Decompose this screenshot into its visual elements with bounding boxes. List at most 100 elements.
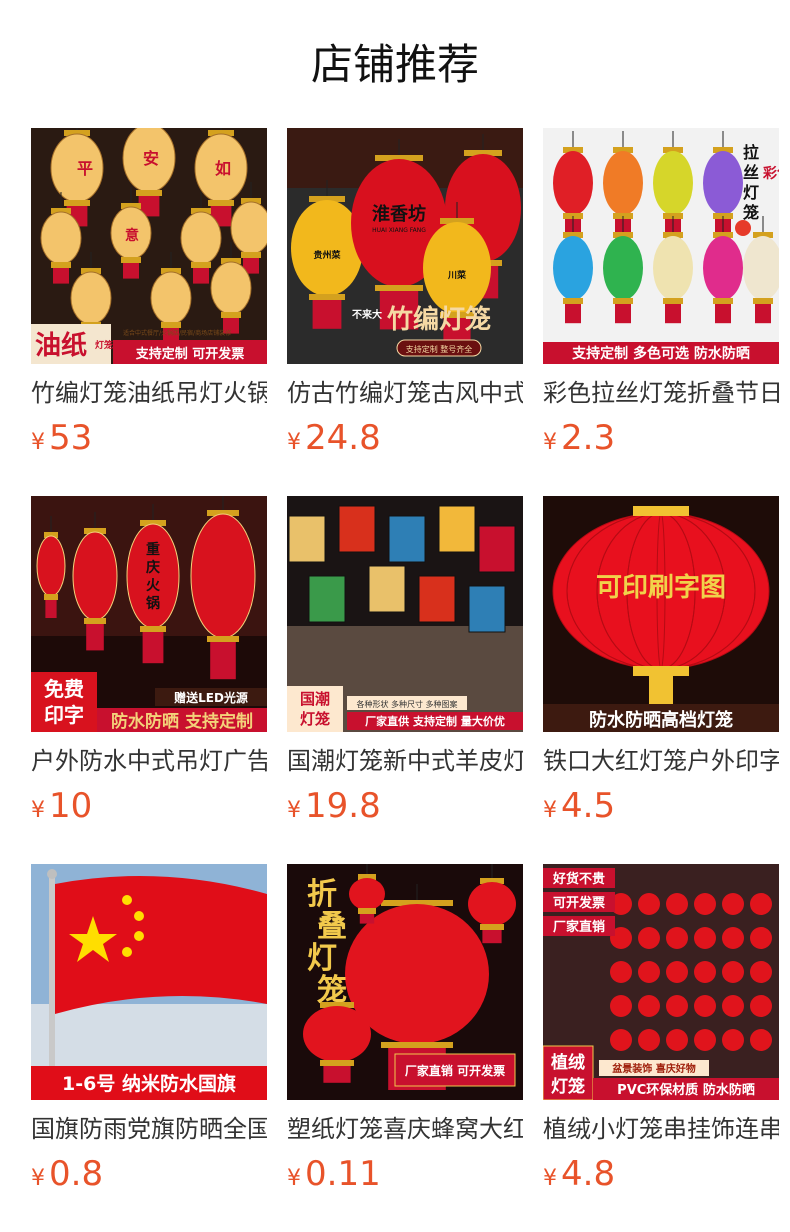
price-value: 19.8 xyxy=(305,786,381,826)
image-text: 好货不贵 xyxy=(552,871,605,887)
product-price: ¥0.11 xyxy=(287,1154,523,1194)
image-text: 油纸 xyxy=(35,330,87,361)
image-text: 笼 xyxy=(742,203,759,222)
product-price: ¥4.5 xyxy=(543,786,779,826)
image-text: 拉 xyxy=(743,143,759,162)
image-text: 厂家直销 xyxy=(553,919,605,935)
product-card[interactable]: 好货不贵 可开发票 厂家直销 植绒 灯笼 盆景装饰 喜庆好物 PVC环保材质 防水防晒 植绒小… xyxy=(543,864,779,1194)
image-text: 适合中式餐厅/火锅店/民宿/商场店铺装修 xyxy=(123,329,231,337)
currency-symbol: ¥ xyxy=(31,798,45,823)
price-value: 4.8 xyxy=(561,1154,616,1194)
page-title: 店铺推荐 xyxy=(310,40,479,89)
image-text: 赠送LED光源 xyxy=(174,690,248,705)
image-text: 厂家直供 支持定制 量大价优 xyxy=(365,714,505,728)
image-text: 折 xyxy=(307,877,337,912)
image-text: 灯笼 xyxy=(300,710,330,728)
product-image[interactable]: 国潮灯笼 各种形状 多种尺寸 多种图案厂家直供 支持定制 量大价优 xyxy=(287,496,523,732)
image-text: 重 xyxy=(146,541,160,558)
product-image[interactable]: 淮香坊 HUAI XIANG FANG 贵州菜 川菜 不来大 竹编灯笼 支持定制 整号齐全 xyxy=(287,128,523,364)
image-text: 锅 xyxy=(146,596,160,612)
product-price: ¥0.8 xyxy=(31,1154,267,1194)
product-card[interactable]: 国潮灯笼 各种形状 多种尺寸 多种图案厂家直供 支持定制 量大价优国潮灯笼新中式羊… xyxy=(287,496,523,826)
price-value: 0.11 xyxy=(305,1154,381,1194)
image-text: 植绒 xyxy=(551,1052,585,1073)
product-name[interactable]: 仿古竹编灯笼古风中式餐厅火锅店 xyxy=(287,375,523,411)
color-lanterns-image: 拉丝灯笼 彩色支持定制 多色可选 防水防晒 xyxy=(543,128,779,364)
image-text: 各种形状 多种尺寸 多种图案 xyxy=(356,699,457,709)
product-name[interactable]: 植绒小灯笼串挂饰连串装饰 xyxy=(543,1111,779,1147)
guochao-lantern-image: 国潮灯笼 各种形状 多种尺寸 多种图案厂家直供 支持定制 量大价优 xyxy=(287,496,523,732)
image-text: 防水防晒高档灯笼 xyxy=(589,709,733,731)
woven-lantern-image: 淮香坊 HUAI XIANG FANG 贵州菜川菜不来大 竹编灯笼支持定制 整号齐全 xyxy=(287,128,523,364)
red-lantern-image: 可印刷字图防水防晒高档灯笼 xyxy=(543,496,779,732)
currency-symbol: ¥ xyxy=(543,1166,557,1191)
price-value: 24.8 xyxy=(305,418,381,458)
image-text: 彩色 xyxy=(762,165,779,182)
image-text: 丝 xyxy=(743,163,759,182)
image-text: 支持定制 多色可选 防水防晒 xyxy=(571,345,750,362)
product-name[interactable]: 塑纸灯笼喜庆蜂窝大红灯笼 xyxy=(287,1111,523,1147)
product-price: ¥10 xyxy=(31,786,267,826)
image-text: 可印刷字图 xyxy=(596,572,726,603)
price-value: 2.3 xyxy=(561,418,616,458)
product-image[interactable]: 可印刷字图防水防晒高档灯笼 xyxy=(543,496,779,732)
image-text: 安 xyxy=(143,149,159,168)
product-price: ¥4.8 xyxy=(543,1154,779,1194)
product-name[interactable]: 铁口大红灯笼户外印字定制 xyxy=(543,743,779,779)
image-text: 可开发票 xyxy=(553,895,605,911)
product-image[interactable]: 折叠灯笼厂家直销 可开发票 xyxy=(287,864,523,1100)
image-text: 平 xyxy=(77,159,93,178)
product-card[interactable]: 淮香坊 HUAI XIANG FANG 贵州菜 川菜 不来大 竹编灯笼 支持定制 整号齐全仿… xyxy=(287,128,523,458)
product-image[interactable]: 1-6号 纳米防水国旗 xyxy=(31,864,267,1100)
product-card[interactable]: 平 安如意油纸 灯笼 适合中式餐厅/火锅店/民宿/商场店铺装修 支持定制 可开发票 竹编灯… xyxy=(31,128,267,458)
product-name[interactable]: 户外防水中式吊灯广告灯笼定制 xyxy=(31,743,267,779)
image-text: 不来大 xyxy=(352,308,382,321)
product-price: ¥24.8 xyxy=(287,418,523,458)
image-text: 国潮 xyxy=(300,690,330,708)
currency-symbol: ¥ xyxy=(287,1166,301,1191)
image-text: 竹编灯笼 xyxy=(386,304,491,335)
image-text: 1-6号 纳米防水国旗 xyxy=(62,1072,236,1095)
product-card[interactable]: 可印刷字图防水防晒高档灯笼铁口大红灯笼户外印字定制 ¥4.5 xyxy=(543,496,779,826)
price-value: 10 xyxy=(49,786,93,826)
product-name[interactable]: 彩色拉丝灯笼折叠节日装饰 xyxy=(543,375,779,411)
image-text: 支持定制 可开发票 xyxy=(135,346,245,362)
image-text: 川菜 xyxy=(447,269,467,281)
image-text: PVC环保材质 防水防晒 xyxy=(617,1082,755,1098)
image-text: 防水防晒 支持定制 xyxy=(111,711,253,732)
product-price: ¥19.8 xyxy=(287,786,523,826)
product-image[interactable]: 好货不贵 可开发票 厂家直销 植绒 灯笼 盆景装饰 喜庆好物 PVC环保材质 防水防晒 xyxy=(543,864,779,1100)
product-image[interactable]: 平 安如意油纸 灯笼 适合中式餐厅/火锅店/民宿/商场店铺装修 支持定制 可开发票 xyxy=(31,128,267,364)
image-text: 贵州菜 xyxy=(313,249,341,261)
currency-symbol: ¥ xyxy=(287,430,301,455)
currency-symbol: ¥ xyxy=(31,1166,45,1191)
flocked-lantern-string-image: 好货不贵可开发票厂家直销植绒灯笼 盆景装饰 喜庆好物 PVC环保材质 防水防晒 xyxy=(543,864,779,1100)
product-price: ¥2.3 xyxy=(543,418,779,458)
product-card[interactable]: 折叠灯笼厂家直销 可开发票塑纸灯笼喜庆蜂窝大红灯笼 ¥0.11 xyxy=(287,864,523,1194)
product-card[interactable]: 拉丝灯笼 彩色支持定制 多色可选 防水防晒彩色拉丝灯笼折叠节日装饰 ¥2.3 xyxy=(543,128,779,458)
product-image[interactable]: 重庆火锅免费 印字 赠送LED光源 防水防晒 支持定制 xyxy=(31,496,267,732)
honeycomb-lantern-image: 折叠灯笼厂家直销 可开发票 xyxy=(287,864,523,1100)
image-text: 淮香坊 xyxy=(372,203,426,225)
image-text: 叠 xyxy=(317,909,347,944)
image-text: 灯笼 xyxy=(95,339,113,351)
product-name[interactable]: 国潮灯笼新中式羊皮灯笼定制 xyxy=(287,743,523,779)
bamboo-lantern-image: 平 安如意油纸 灯笼 适合中式餐厅/火锅店/民宿/商场店铺装修支持定制 可开发票 xyxy=(31,128,267,364)
price-value: 53 xyxy=(49,418,93,458)
image-text: 免费 xyxy=(44,677,84,701)
image-text: 灯 xyxy=(307,941,337,976)
image-text: 印字 xyxy=(44,703,84,727)
product-name[interactable]: 竹编灯笼油纸吊灯火锅店中式餐厅 xyxy=(31,375,267,411)
image-text: 支持定制 整号齐全 xyxy=(406,344,473,354)
currency-symbol: ¥ xyxy=(543,430,557,455)
product-image[interactable]: 拉丝灯笼 彩色支持定制 多色可选 防水防晒 xyxy=(543,128,779,364)
price-value: 0.8 xyxy=(49,1154,104,1194)
outdoor-lantern-image: 重庆火锅免费印字 赠送LED光源防水防晒 支持定制 xyxy=(31,496,267,732)
price-value: 4.5 xyxy=(561,786,616,826)
product-price: ¥53 xyxy=(31,418,267,458)
product-name[interactable]: 国旗防雨党旗防晒全国通用 xyxy=(31,1111,267,1147)
product-card[interactable]: 重庆火锅免费印字 赠送LED光源防水防晒 支持定制户外防水中式吊灯广告灯笼定制 ¥1… xyxy=(31,496,267,826)
product-card[interactable]: 1-6号 纳米防水国旗国旗防雨党旗防晒全国通用 ¥0.8 xyxy=(31,864,267,1194)
image-text: 如 xyxy=(215,159,231,178)
image-text: 盆景装饰 喜庆好物 xyxy=(611,1062,695,1075)
